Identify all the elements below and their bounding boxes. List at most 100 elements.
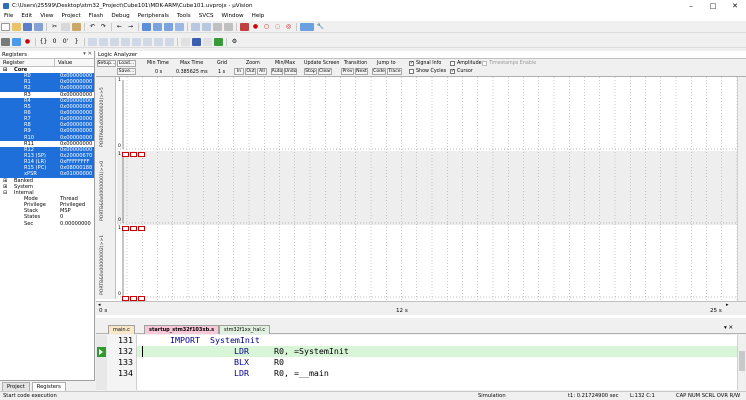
run-icon[interactable] (12, 38, 21, 46)
kill-breakpoints-icon[interactable]: ◎ (284, 23, 293, 31)
watch-window-icon[interactable] (143, 38, 152, 46)
open-folder-icon[interactable] (12, 23, 21, 31)
internal-register-row[interactable]: Sec 0.00000000 (0, 221, 94, 227)
menu-view[interactable]: View (36, 13, 57, 19)
clear-button[interactable]: Clear (318, 68, 332, 75)
comment-icon[interactable] (213, 23, 222, 31)
register-column[interactable]: Register (0, 59, 55, 66)
memory-window-icon[interactable] (154, 38, 163, 46)
nav-back-icon[interactable]: ← (115, 23, 124, 31)
enable-breakpoint-icon[interactable]: ○ (262, 23, 271, 31)
cursor-checkbox[interactable]: ✓ (450, 69, 455, 74)
zoom-in-button[interactable]: In (234, 68, 244, 75)
timestamps-checkbox[interactable] (482, 61, 487, 66)
prev-button[interactable]: Prev (341, 68, 354, 75)
signal-name-1[interactable]: PORTA&0x00000020)>>5 (96, 77, 116, 151)
code-line[interactable]: 131 IMPORT SystemInit (96, 335, 737, 346)
command-window-icon[interactable] (88, 38, 97, 46)
menu-window[interactable]: Window (218, 13, 248, 19)
undo-button[interactable]: Undo (284, 68, 297, 75)
zoom-out-button[interactable]: Out (245, 68, 256, 75)
tab-list-icon[interactable]: ▾ ✕ (724, 325, 733, 331)
code-line[interactable]: 134 LDR R0, =__main (96, 368, 737, 379)
disassembly-window-icon[interactable] (99, 38, 108, 46)
tab-registers[interactable]: Registers (31, 382, 66, 391)
signal-info-checkbox[interactable]: ✓ (409, 61, 414, 66)
menu-file[interactable]: File (0, 13, 17, 19)
save-all-icon[interactable] (34, 23, 43, 31)
serial-window-icon[interactable] (165, 38, 174, 46)
analysis-window-icon[interactable] (181, 38, 190, 46)
save-icon[interactable] (23, 23, 32, 31)
nav-forward-icon[interactable]: → (126, 23, 135, 31)
step-over-icon[interactable]: 0 (50, 38, 59, 46)
save-button[interactable]: Save... (117, 68, 136, 75)
auto-button[interactable]: Auto (271, 68, 283, 75)
registers-window-icon[interactable] (121, 38, 130, 46)
menu-svcs[interactable]: SVCS (195, 13, 218, 19)
maximize-button[interactable]: □ (702, 0, 724, 11)
signal-name-2[interactable]: PORTB&0x00000001)>>0 (96, 151, 116, 225)
next-bookmark-icon[interactable] (164, 23, 173, 31)
window-layout-icon[interactable] (300, 23, 314, 31)
bookmark-icon[interactable] (142, 23, 151, 31)
value-column[interactable]: Value (55, 59, 72, 66)
find-in-files-icon[interactable] (240, 23, 249, 31)
step-out-icon[interactable]: 0' (61, 38, 70, 46)
trace-button[interactable]: Trace (387, 68, 402, 75)
zoom-all-button[interactable]: All (257, 68, 267, 75)
configure-icon[interactable]: 🔧 (316, 23, 325, 31)
editor-vscroll[interactable] (737, 335, 746, 390)
clear-bookmarks-icon[interactable] (175, 23, 184, 31)
amplitude-checkbox[interactable] (450, 61, 455, 66)
system-viewer-icon[interactable] (203, 38, 212, 46)
undo-icon[interactable]: ↶ (88, 23, 97, 31)
menu-flash[interactable]: Flash (85, 13, 108, 19)
reset-icon[interactable] (1, 38, 10, 46)
signal-name-3[interactable]: PORTB&0x00000002)>>1 (96, 225, 116, 299)
close-button[interactable]: ✕ (724, 0, 746, 11)
load-button[interactable]: Load... (117, 60, 136, 67)
code-line[interactable]: 133 BLX R0 (96, 357, 737, 368)
logic-analyzer-hscroll[interactable]: ◂ ▸ (96, 301, 746, 308)
tab-main-c[interactable]: main.c (108, 325, 135, 334)
uncomment-icon[interactable] (224, 23, 233, 31)
paste-icon[interactable] (72, 23, 81, 31)
new-file-icon[interactable] (1, 23, 10, 31)
menu-tools[interactable]: Tools (173, 13, 195, 19)
unindent-icon[interactable] (202, 23, 211, 31)
tab-startup-s[interactable]: startup_stm32f103xb.s (144, 325, 220, 334)
run-to-cursor-icon[interactable]: } (72, 38, 81, 46)
cut-icon[interactable]: ✂ (50, 23, 59, 31)
symbols-window-icon[interactable] (110, 38, 119, 46)
stop-icon[interactable]: ● (23, 38, 32, 46)
copy-icon[interactable] (61, 23, 70, 31)
code-button[interactable]: Code (372, 68, 386, 75)
menu-help[interactable]: Help (248, 13, 269, 19)
minimize-button[interactable]: – (680, 0, 702, 11)
menu-project[interactable]: Project (58, 13, 85, 19)
trace-window-icon[interactable] (192, 38, 201, 46)
tab-project[interactable]: Project (2, 382, 30, 391)
indent-icon[interactable] (191, 23, 200, 31)
setup-button[interactable]: Setup... (97, 60, 116, 67)
menu-debug[interactable]: Debug (107, 13, 133, 19)
stop-button[interactable]: Stop (304, 68, 317, 75)
code-line-current[interactable]: 132 LDR R0, =SystemInit (96, 346, 737, 357)
redo-icon[interactable]: ↷ (99, 23, 108, 31)
editor-scroll-thumb[interactable] (739, 351, 745, 371)
disable-breakpoints-icon[interactable]: ◌ (273, 23, 282, 31)
menu-peripherals[interactable]: Peripherals (134, 13, 173, 19)
toolbox-icon[interactable] (214, 38, 223, 46)
call-stack-icon[interactable] (132, 38, 141, 46)
logic-analyzer-vscroll[interactable] (737, 77, 746, 301)
insert-breakpoint-icon[interactable]: ● (251, 23, 260, 31)
debug-settings-icon[interactable]: ⚙ (230, 38, 239, 46)
prev-bookmark-icon[interactable] (153, 23, 162, 31)
step-icon[interactable]: {} (39, 38, 48, 46)
pane-pin-close-icon[interactable]: ▾ ✕ (83, 51, 92, 57)
show-cycles-checkbox[interactable] (409, 69, 414, 74)
menu-edit[interactable]: Edit (17, 13, 36, 19)
next-button[interactable]: Next (355, 68, 368, 75)
tab-hal-c[interactable]: stm32f1xx_hal.c (219, 325, 271, 334)
